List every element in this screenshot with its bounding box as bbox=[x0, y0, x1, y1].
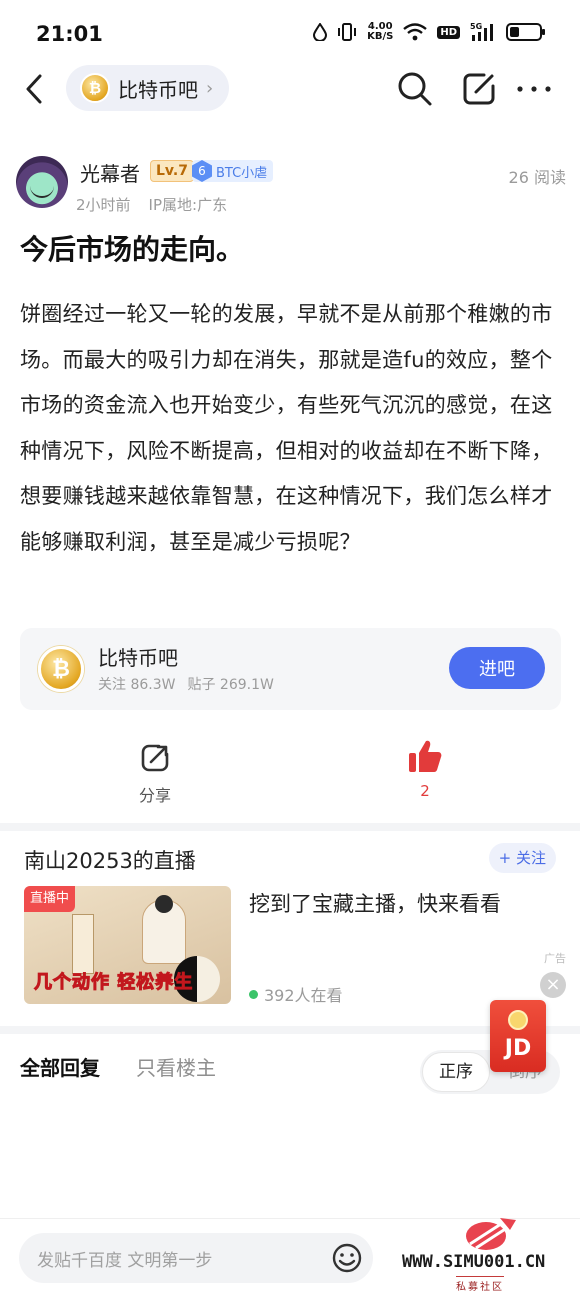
vibrate-icon bbox=[338, 23, 357, 41]
author-row: 光幕者 Lv.7 6 BTC小虐 2小时前 IP属地:广东 26 阅读 bbox=[16, 150, 566, 222]
live-viewers: 392人在看 bbox=[249, 982, 343, 1006]
edit-icon[interactable] bbox=[460, 70, 498, 108]
honor-badge: 6 BTC小虐 bbox=[192, 160, 274, 182]
signal-icon: 5G bbox=[470, 22, 493, 41]
forum-posts: 贴子 269.1W bbox=[187, 677, 274, 693]
water-drop-icon bbox=[313, 23, 328, 41]
forum-followers: 关注 86.3W bbox=[98, 677, 176, 693]
post-body: 饼圈经过一轮又一轮的发展，早就不是从前那个稚嫩的市场。而最大的吸引力却在消失，那… bbox=[20, 302, 553, 554]
wifi-icon bbox=[403, 23, 428, 41]
bitcoin-logo-icon: ₿ bbox=[80, 73, 110, 103]
jd-label: JD bbox=[504, 1036, 532, 1061]
tab-op-only[interactable]: 只看楼主 bbox=[136, 1052, 216, 1081]
thumbs-up-icon bbox=[409, 740, 442, 772]
ip-location: IP属地:广东 bbox=[148, 196, 228, 214]
like-count: 2 bbox=[420, 782, 430, 800]
forum-card-stats: 关注 86.3W 贴子 269.1W bbox=[98, 674, 274, 694]
thumb-caption: 几个动作 轻松养生 bbox=[33, 972, 194, 994]
forum-card-name: 比特币吧 bbox=[98, 646, 178, 670]
follow-button[interactable]: + 关注 bbox=[488, 843, 556, 873]
svg-text:5G: 5G bbox=[470, 22, 482, 31]
live-dot-icon bbox=[249, 989, 258, 999]
honor-title: BTC小虐 bbox=[216, 165, 268, 181]
comment-placeholder: 发贴千百度 文明第一步 bbox=[37, 1251, 213, 1271]
search-icon[interactable] bbox=[396, 70, 434, 108]
forum-pill-name: 比特币吧 bbox=[118, 77, 198, 102]
read-count: 26 阅读 bbox=[508, 168, 566, 187]
post-meta: 2小时前 IP属地:广东 bbox=[76, 194, 227, 215]
honor-level: 6 bbox=[192, 160, 212, 182]
share-label: 分享 bbox=[138, 786, 171, 805]
live-thumbnail[interactable]: 直播中 几个动作 轻松养生 bbox=[24, 886, 231, 1004]
enter-forum-button[interactable]: 进吧 bbox=[449, 647, 545, 689]
post-title: 今后市场的走向。 bbox=[20, 233, 245, 266]
back-icon[interactable] bbox=[20, 72, 50, 106]
live-header: 南山20253的直播 bbox=[24, 849, 196, 873]
close-icon[interactable]: × bbox=[540, 972, 566, 998]
live-title[interactable]: 挖到了宝藏主播，快来看看 bbox=[249, 888, 501, 918]
battery-icon bbox=[506, 23, 545, 41]
author-name[interactable]: 光幕者 bbox=[80, 158, 140, 187]
status-time: 21:01 bbox=[36, 22, 103, 46]
avatar[interactable] bbox=[16, 156, 68, 208]
like-button[interactable]: 2 bbox=[400, 738, 450, 800]
net-speed: 4.00 KB/S bbox=[367, 21, 394, 42]
jd-red-packet[interactable]: JD bbox=[490, 1000, 546, 1072]
watermark-url: WWW.SIMU001.CN bbox=[402, 1252, 546, 1272]
sort-asc-button[interactable]: 正序 bbox=[422, 1052, 490, 1092]
share-icon bbox=[141, 744, 169, 772]
ad-label: 广告 bbox=[544, 952, 566, 965]
coin-icon bbox=[508, 1010, 528, 1030]
comment-input[interactable]: 发贴千百度 文明第一步 bbox=[19, 1233, 373, 1283]
bitcoin-logo-icon: ₿ bbox=[38, 646, 84, 692]
watermark: WWW.SIMU001.CN 私募社区 bbox=[396, 1210, 580, 1297]
chevron-right-icon: › bbox=[206, 77, 214, 99]
share-button[interactable]: 分享 bbox=[128, 742, 182, 806]
watermark-sub: 私募社区 bbox=[456, 1276, 504, 1293]
watermark-logo-icon bbox=[466, 1218, 516, 1250]
status-bar: 21:01 4.00 KB/S HD 5G bbox=[0, 0, 580, 68]
more-icon[interactable] bbox=[514, 70, 554, 108]
status-icons: 4.00 KB/S HD 5G bbox=[313, 21, 545, 42]
forum-card[interactable]: ₿ 比特币吧 关注 86.3W 贴子 269.1W 进吧 bbox=[20, 628, 561, 710]
tab-all-replies[interactable]: 全部回复 bbox=[20, 1052, 100, 1081]
post-time: 2小时前 bbox=[76, 196, 131, 214]
live-tag: 直播中 bbox=[24, 886, 76, 912]
forum-pill[interactable]: ₿ 比特币吧 › bbox=[66, 65, 230, 111]
emoji-icon[interactable] bbox=[331, 1242, 363, 1274]
reply-tabs: 全部回复 只看楼主 bbox=[20, 1052, 216, 1081]
hd-badge: HD bbox=[437, 25, 460, 39]
level-badge: Lv.7 bbox=[150, 160, 194, 182]
divider bbox=[0, 823, 580, 831]
top-nav: ₿ 比特币吧 › bbox=[0, 60, 580, 118]
